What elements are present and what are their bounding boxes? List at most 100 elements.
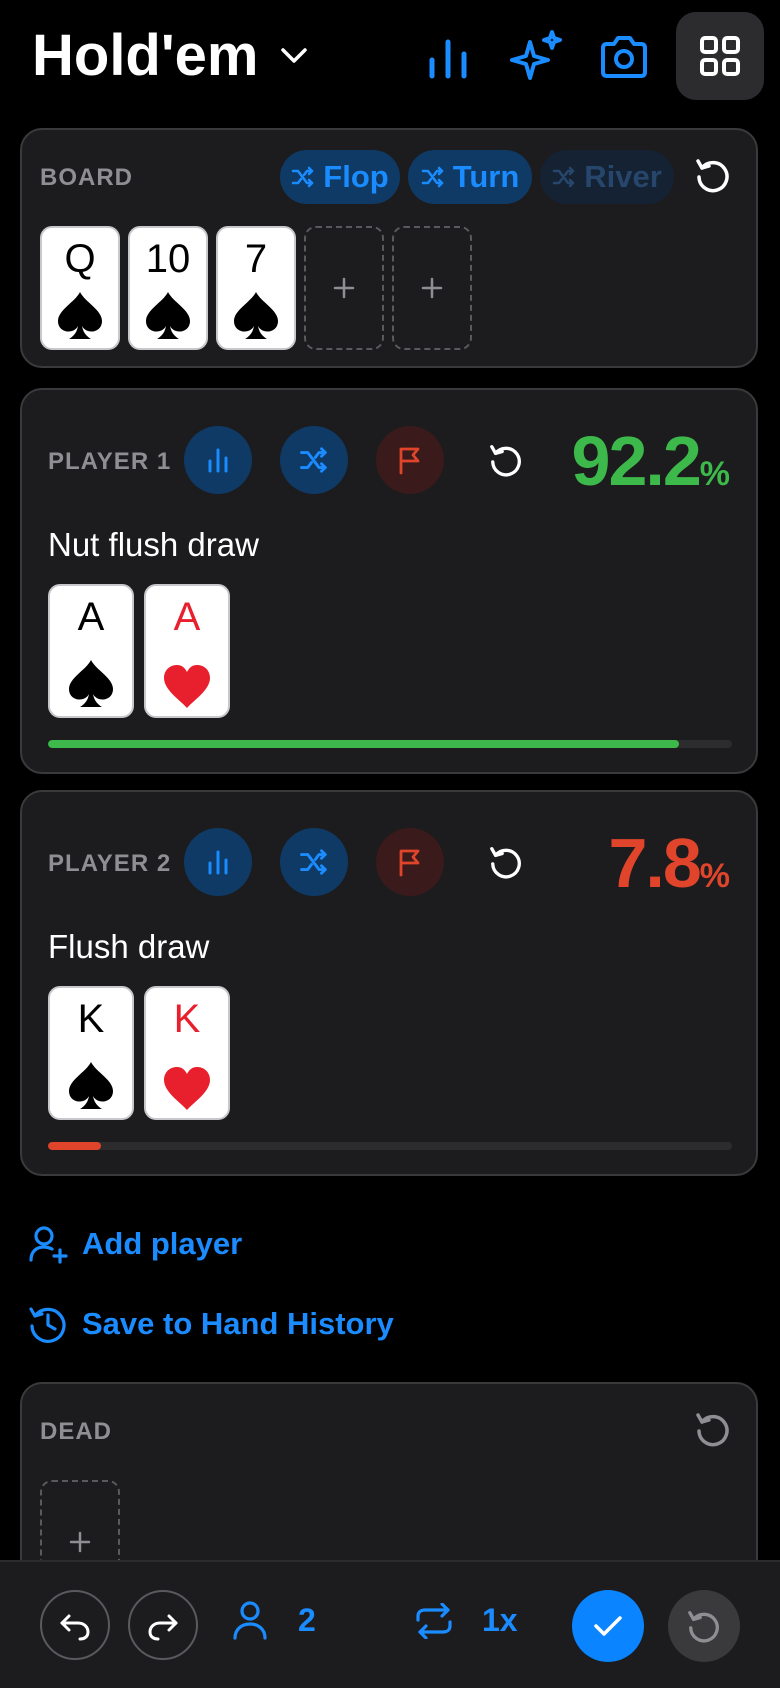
player-reset-button[interactable] [488, 844, 524, 880]
equity-unit: % [699, 857, 730, 895]
heart-icon [146, 664, 228, 710]
player-shuffle-button[interactable] [280, 426, 348, 494]
redo-button[interactable] [128, 1590, 198, 1660]
card-rank: A [77, 595, 105, 639]
repeat-count: 1x [482, 1602, 518, 1638]
river-chip[interactable]: River [540, 150, 674, 204]
card-rank: 7 [244, 237, 268, 281]
dead-reset-button[interactable] [694, 1410, 732, 1448]
heart-icon [146, 1066, 228, 1112]
save-history-button[interactable]: Save to Hand History [28, 1304, 394, 1344]
bar-chart-icon [208, 448, 228, 473]
add-player-label: Add player [82, 1226, 243, 1261]
turn-chip[interactable]: Turn [408, 150, 532, 204]
undo-icon [60, 1614, 90, 1641]
flop-label: Flop [323, 159, 389, 194]
equity-value: 92.2% [572, 426, 730, 509]
board-card[interactable]: 7 [216, 226, 296, 350]
equity-bar [48, 740, 732, 748]
hand-description: Flush draw [48, 928, 210, 965]
empty-card-slot[interactable] [392, 226, 472, 350]
plus-icon [333, 277, 355, 299]
layout-button[interactable] [676, 12, 764, 100]
game-selector[interactable]: Hold'em [32, 20, 308, 92]
sparkle-icon [510, 30, 562, 80]
player-reset-button[interactable] [488, 442, 524, 478]
equity-bar-fill [48, 740, 679, 748]
turn-label: Turn [452, 159, 520, 194]
chevron-down-icon [280, 47, 308, 65]
repeat-button[interactable]: 1x [414, 1602, 518, 1639]
repeat-icon [416, 1602, 452, 1639]
redo-icon [148, 1614, 178, 1641]
equity-value: 7.8% [608, 828, 730, 911]
player-shuffle-button[interactable] [280, 828, 348, 896]
player-label: PLAYER 2 [48, 850, 172, 877]
reset-icon [490, 445, 521, 477]
bottom-toolbar: 2 1x [0, 1560, 780, 1688]
equity-bar [48, 1142, 732, 1150]
player-fold-button[interactable] [376, 828, 444, 896]
plus-icon [69, 1531, 91, 1553]
spade-icon [218, 290, 294, 342]
camera-button[interactable] [598, 32, 650, 84]
camera-icon [601, 36, 647, 78]
card-rank: A [173, 595, 201, 639]
plus-icon [421, 277, 443, 299]
board-card[interactable]: 10 [128, 226, 208, 350]
player-count: 2 [298, 1601, 316, 1638]
equity-number: 7.8 [608, 824, 701, 902]
reset-icon [490, 847, 521, 879]
flop-chip[interactable]: Flop [280, 150, 400, 204]
history-icon [29, 1307, 66, 1343]
user-icon [233, 1601, 267, 1640]
add-user-icon [29, 1226, 68, 1264]
flag-icon [399, 849, 420, 877]
dead-label: DEAD [40, 1418, 113, 1445]
check-icon [594, 1616, 622, 1636]
undo-button[interactable] [40, 1590, 110, 1660]
board-label: BOARD [40, 164, 133, 191]
board-reset-button[interactable] [694, 156, 732, 194]
grid-icon [700, 36, 740, 76]
shuffle-icon [292, 166, 314, 188]
player-stats-button[interactable] [184, 828, 252, 896]
add-player-button[interactable]: Add player [28, 1224, 242, 1264]
board-card[interactable]: Q [40, 226, 120, 350]
bar-chart-icon [429, 39, 467, 79]
card-rank: 10 [145, 237, 191, 281]
reset-all-button[interactable] [668, 1590, 740, 1662]
reset-icon [688, 1611, 719, 1643]
player-stats-button[interactable] [184, 426, 252, 494]
flag-icon [399, 447, 420, 475]
empty-card-slot[interactable] [304, 226, 384, 350]
shuffle-icon [421, 166, 443, 188]
player-count-button[interactable]: 2 [232, 1600, 316, 1640]
card-rank: Q [64, 237, 96, 281]
ai-button[interactable] [508, 28, 566, 86]
river-label: River [584, 159, 662, 194]
shuffle-icon [552, 166, 575, 188]
equity-number: 92.2 [571, 422, 702, 500]
card-rank: K [173, 997, 201, 1041]
board-panel: BOARD Flop Turn River Q 10 7 [20, 128, 758, 368]
hole-card[interactable]: A [144, 584, 230, 718]
hole-card[interactable]: A [48, 584, 134, 718]
hole-card[interactable]: K [144, 986, 230, 1120]
equity-unit: % [699, 455, 730, 493]
hole-card[interactable]: K [48, 986, 134, 1120]
confirm-button[interactable] [572, 1590, 644, 1662]
spade-icon [42, 290, 118, 342]
reset-icon [696, 159, 729, 193]
shuffle-icon [300, 447, 327, 473]
player-fold-button[interactable] [376, 426, 444, 494]
player-label: PLAYER 1 [48, 448, 172, 475]
page-title: Hold'em [32, 23, 259, 88]
shuffle-icon [300, 849, 327, 875]
player-panel: PLAYER 2 7.8% Flush draw K K [20, 790, 758, 1176]
spade-icon [50, 658, 132, 710]
equity-bar-fill [48, 1142, 102, 1150]
stats-button[interactable] [422, 32, 474, 84]
hand-description: Nut flush draw [48, 526, 259, 563]
spade-icon [50, 1060, 132, 1112]
